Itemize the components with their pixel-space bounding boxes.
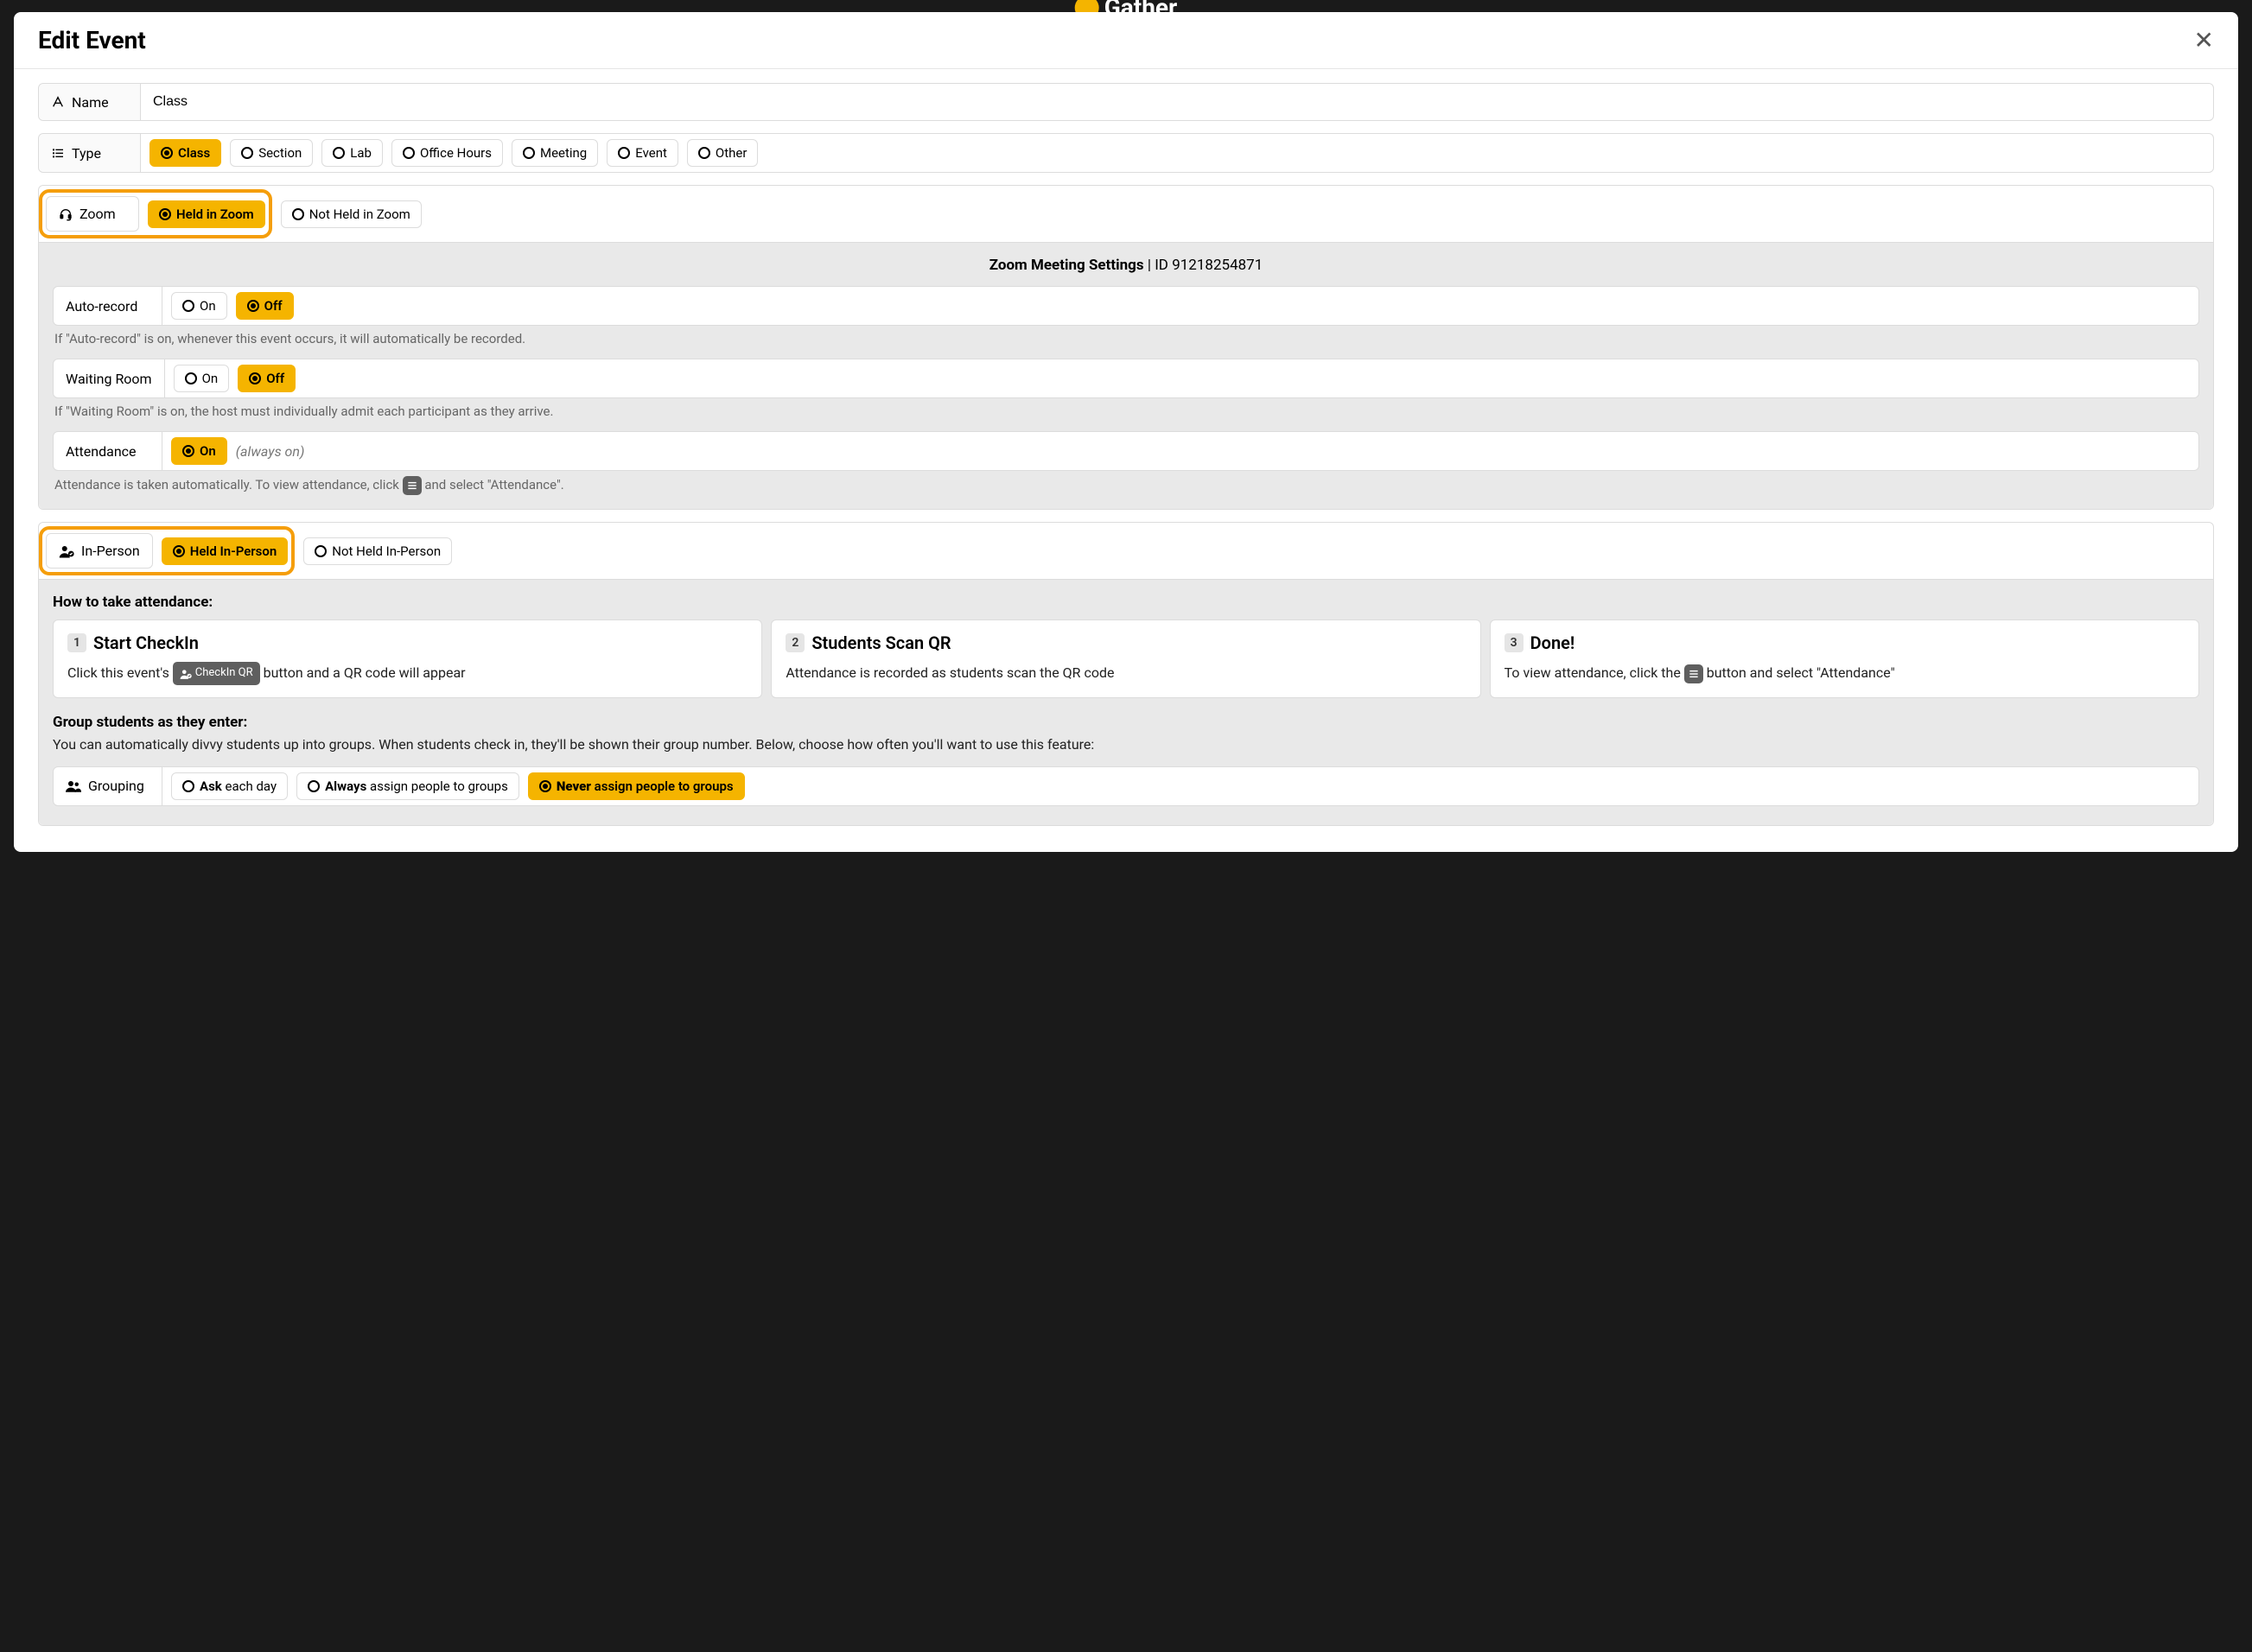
radio-icon (182, 780, 194, 792)
attendance-steps: 1 Start CheckIn Click this event's Check… (53, 620, 2199, 698)
type-option-event[interactable]: Event (607, 139, 678, 167)
auto-record-hint: If "Auto-record" is on, whenever this ev… (54, 331, 2198, 346)
radio-icon (159, 208, 171, 220)
radio-icon (403, 147, 415, 159)
step-1: 1 Start CheckIn Click this event's Check… (53, 620, 762, 698)
radio-icon (182, 300, 194, 312)
in-person-panel: How to take attendance: 1 Start CheckIn … (39, 579, 2213, 825)
attendance-hint: Attendance is taken automatically. To vi… (54, 476, 2198, 495)
radio-icon (698, 147, 710, 159)
radio-icon (241, 147, 253, 159)
auto-record-on[interactable]: On (171, 292, 227, 320)
radio-icon (308, 780, 320, 792)
step-3: 3 Done! To view attendance, click the bu… (1490, 620, 2199, 698)
zoom-attendance: Attendance On (always on) (53, 431, 2199, 471)
modal-title: Edit Event (38, 26, 146, 54)
app-backdrop: Gather (0, 0, 2252, 12)
person-check-icon (59, 544, 74, 558)
howto-title: How to take attendance: (53, 594, 2199, 611)
waiting-room-on[interactable]: On (174, 365, 230, 392)
field-type-label: Type (39, 134, 141, 172)
radio-icon (249, 372, 261, 384)
zoom-option-held[interactable]: Held in Zoom (148, 200, 265, 228)
edit-event-modal: Edit Event ✕ Name Type ClassSec (14, 12, 2238, 852)
zoom-waiting-room: Waiting Room OnOff (53, 359, 2199, 398)
attendance-option-on[interactable]: On (171, 437, 227, 465)
modal-header: Edit Event ✕ (14, 12, 2238, 69)
grouping-option-always[interactable]: Always assign people to groups (296, 772, 519, 800)
radio-icon (161, 147, 173, 159)
step-2: 2 Students Scan QR Attendance is recorde… (771, 620, 1480, 698)
menu-icon (403, 476, 422, 495)
type-option-class[interactable]: Class (149, 139, 221, 167)
gather-icon (1075, 0, 1099, 12)
step-badge: 2 (786, 633, 805, 652)
radio-icon (185, 372, 197, 384)
radio-icon (618, 147, 630, 159)
in-person-highlight: In-Person Held In-Person (39, 526, 295, 575)
step-badge: 3 (1505, 633, 1524, 652)
radio-icon (292, 208, 304, 220)
in-person-option-not-held[interactable]: Not Held In-Person (303, 537, 452, 565)
step-badge: 1 (67, 633, 86, 652)
zoom-auto-record: Auto-record OnOff (53, 286, 2199, 326)
type-options: Class Section Lab Office Hours Meeting Event O… (141, 134, 2213, 172)
field-in-person-label: In-Person (46, 533, 153, 569)
group-desc: You can automatically divvy students up … (53, 734, 2199, 756)
type-option-lab[interactable]: Lab (321, 139, 383, 167)
headset-icon (59, 207, 73, 221)
menu-icon (1684, 664, 1703, 683)
radio-icon (333, 147, 345, 159)
radio-icon (539, 780, 551, 792)
waiting-room-off[interactable]: Off (238, 365, 296, 392)
zoom-panel-title: Zoom Meeting Settings | ID 91218254871 (53, 257, 2199, 274)
radio-icon (247, 300, 259, 312)
people-icon (66, 780, 81, 792)
grouping-option-never[interactable]: Never assign people to groups (528, 772, 745, 800)
field-zoom-label: Zoom (46, 196, 139, 232)
close-icon[interactable]: ✕ (2194, 29, 2214, 53)
radio-icon (173, 545, 185, 557)
list-icon (51, 146, 65, 160)
attendance-always-on: (always on) (236, 443, 305, 460)
radio-icon (182, 445, 194, 457)
field-zoom: Zoom Held in Zoom Not Held in Zoom Zoom … (38, 185, 2214, 510)
radio-icon (315, 545, 327, 557)
grouping-options: Ask each day Always assign people to grou… (162, 767, 2198, 805)
grouping-label: Grouping (54, 767, 162, 805)
name-input[interactable] (141, 84, 2213, 120)
auto-record-off[interactable]: Off (236, 292, 294, 320)
group-title: Group students as they enter: (53, 714, 2199, 731)
grouping-row: Grouping Ask each day Always assign peopl… (53, 766, 2199, 806)
type-option-section[interactable]: Section (230, 139, 313, 167)
type-option-meeting[interactable]: Meeting (512, 139, 598, 167)
in-person-option-held[interactable]: Held In-Person (162, 537, 289, 565)
zoom-settings-panel: Zoom Meeting Settings | ID 91218254871 A… (39, 242, 2213, 509)
app-logo: Gather (1075, 0, 1178, 12)
field-type: Type Class Section Lab Office Hours Meeting E… (38, 133, 2214, 173)
grouping-option-ask[interactable]: Ask each day (171, 772, 288, 800)
app-name: Gather (1104, 0, 1178, 12)
type-option-other[interactable]: Other (687, 139, 759, 167)
font-icon (51, 95, 65, 109)
zoom-option-not-held[interactable]: Not Held in Zoom (281, 200, 422, 228)
field-name-label: Name (39, 84, 141, 120)
waiting-room-hint: If "Waiting Room" is on, the host must i… (54, 403, 2198, 419)
type-option-office-hours[interactable]: Office Hours (391, 139, 503, 167)
field-name: Name (38, 83, 2214, 121)
radio-icon (523, 147, 535, 159)
zoom-highlight: Zoom Held in Zoom (39, 189, 272, 238)
checkin-qr-chip: CheckIn QR (173, 662, 260, 685)
field-in-person: In-Person Held In-Person Not Held In-Per… (38, 522, 2214, 826)
